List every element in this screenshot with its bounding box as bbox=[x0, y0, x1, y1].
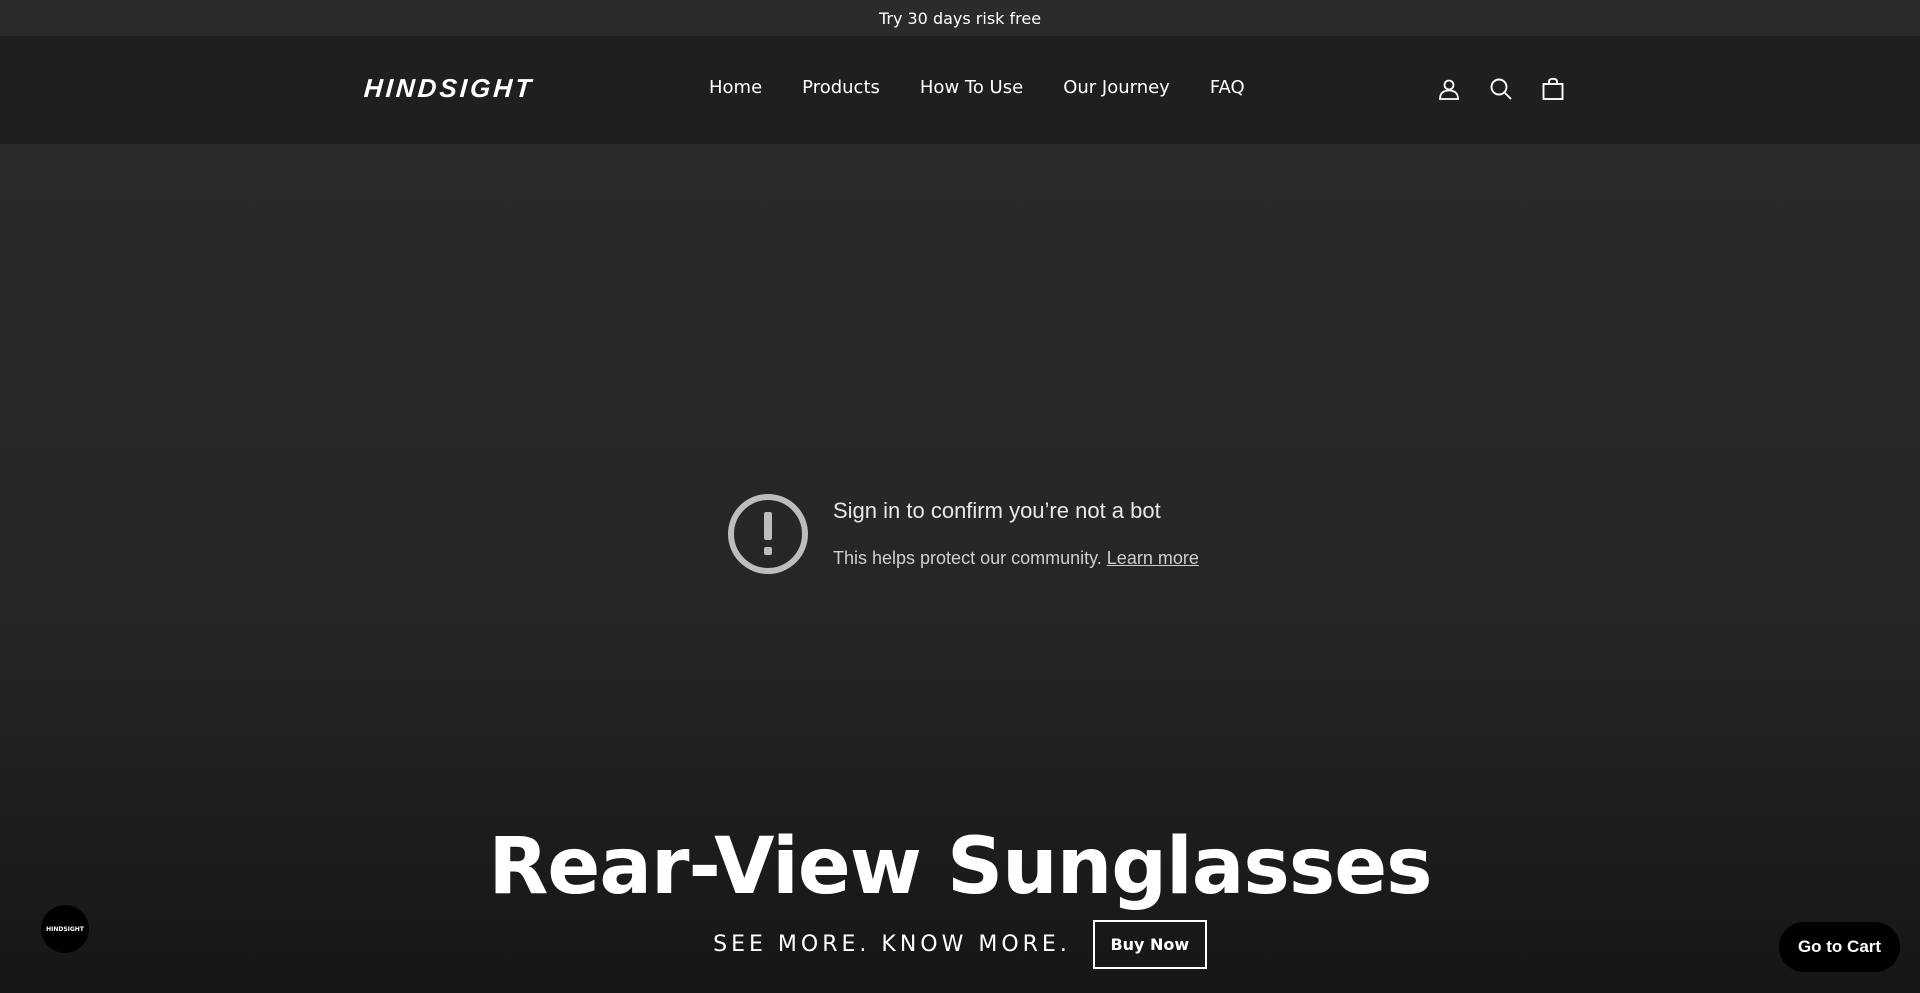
site-logo[interactable]: HINDSIGHT bbox=[363, 73, 535, 104]
notice-title: Sign in to confirm you’re not a bot bbox=[833, 498, 1161, 523]
site-header: HINDSIGHT Home Products How To Use Our J… bbox=[0, 37, 1920, 144]
nav-how-to-use[interactable]: How To Use bbox=[920, 77, 1023, 98]
hero-cta-row: SEE MORE. KNOW MORE. Buy Now bbox=[0, 920, 1920, 969]
nav-products[interactable]: Products bbox=[802, 77, 880, 98]
learn-more-link[interactable]: Learn more bbox=[1107, 548, 1199, 568]
notice-description: This helps protect our community. bbox=[833, 548, 1102, 568]
nav-our-journey[interactable]: Our Journey bbox=[1063, 77, 1170, 98]
nav-faq[interactable]: FAQ bbox=[1210, 77, 1245, 98]
notice-body: Sign in to confirm you’re not a bot This… bbox=[833, 493, 1199, 569]
notice-text: This helps protect our community. Learn … bbox=[833, 548, 1199, 569]
exclamation-circle-icon bbox=[728, 494, 808, 574]
cart-icon[interactable] bbox=[1541, 77, 1565, 101]
main-nav: Home Products How To Use Our Journey FAQ bbox=[709, 77, 1285, 98]
search-icon[interactable] bbox=[1489, 77, 1513, 101]
hero-tagline: SEE MORE. KNOW MORE. bbox=[713, 932, 1071, 957]
video-signin-notice: Sign in to confirm you’re not a bot This… bbox=[727, 493, 1199, 575]
announcement-text: Try 30 days risk free bbox=[878, 8, 1042, 28]
hero-title: Rear-View Sunglasses bbox=[488, 822, 1432, 912]
nav-home[interactable]: Home bbox=[709, 77, 762, 98]
buy-now-button[interactable]: Buy Now bbox=[1092, 920, 1207, 969]
header-actions bbox=[1437, 77, 1565, 101]
chat-badge[interactable]: HINDSIGHT bbox=[41, 905, 89, 953]
chat-badge-label: HINDSIGHT bbox=[46, 925, 84, 933]
announcement-bar: Try 30 days risk free bbox=[0, 0, 1920, 37]
account-icon[interactable] bbox=[1437, 77, 1461, 101]
go-to-cart-button[interactable]: Go to Cart bbox=[1779, 922, 1900, 972]
